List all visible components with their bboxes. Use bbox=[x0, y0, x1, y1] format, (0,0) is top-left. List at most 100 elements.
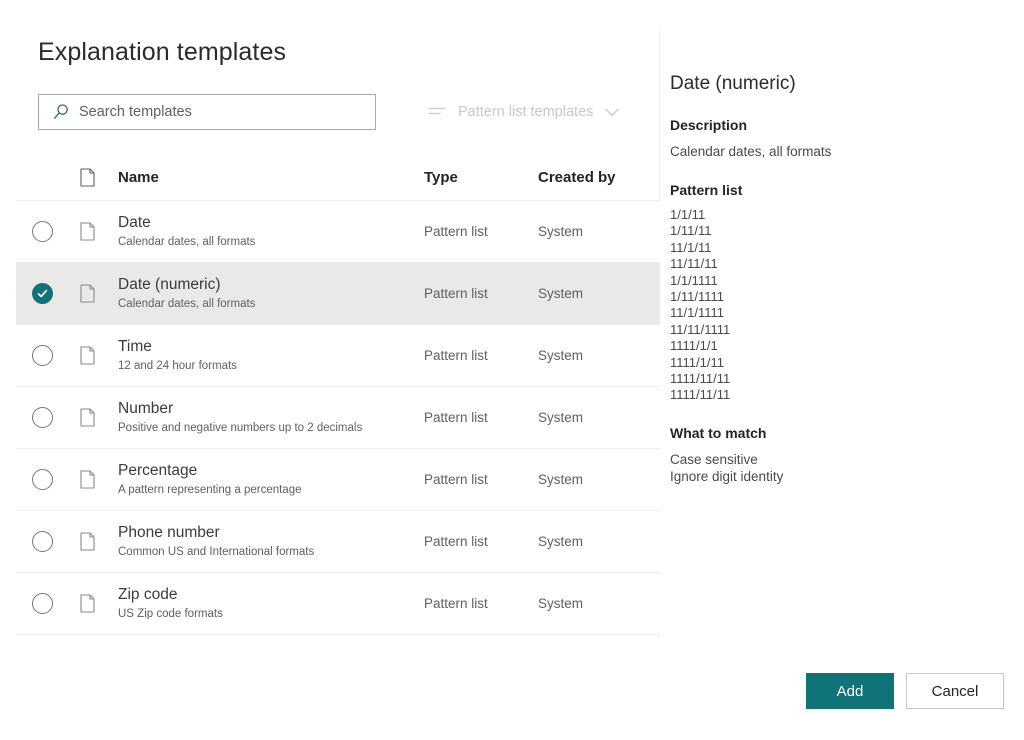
row-name-cell: Number Positive and negative numbers up t… bbox=[106, 399, 424, 436]
table-header-row: Name Type Created by bbox=[16, 155, 660, 201]
row-name: Number bbox=[118, 399, 424, 418]
table-row[interactable]: DateCalendar dates, all formatsPattern l… bbox=[16, 201, 660, 263]
row-name: Phone number bbox=[118, 523, 424, 542]
pattern-item: 1/11/1111 bbox=[670, 289, 1010, 305]
filter-dropdown[interactable]: Pattern list templates bbox=[428, 100, 619, 124]
search-input[interactable] bbox=[79, 104, 349, 120]
row-radio[interactable] bbox=[16, 531, 68, 552]
pattern-item: 11/11/1111 bbox=[670, 322, 1010, 338]
pattern-item: 1/1/1111 bbox=[670, 273, 1010, 289]
document-icon bbox=[80, 222, 95, 241]
row-created-by: System bbox=[538, 596, 660, 611]
radio-unselected-icon[interactable] bbox=[32, 221, 53, 242]
row-radio[interactable] bbox=[16, 469, 68, 490]
row-name-cell: Time 12 and 24 hour formats bbox=[106, 337, 424, 374]
table-row[interactable]: Date (numeric) Calendar dates, all format… bbox=[16, 263, 660, 325]
match-option: Ignore digit identity bbox=[670, 468, 1010, 485]
table-row[interactable]: Time 12 and 24 hour formatsPattern listSy… bbox=[16, 325, 660, 387]
row-radio[interactable] bbox=[16, 221, 68, 242]
row-description: 12 and 24 hour formats bbox=[118, 358, 424, 374]
check-icon bbox=[36, 287, 49, 300]
row-type: Pattern list bbox=[424, 286, 538, 301]
cancel-button[interactable]: Cancel bbox=[906, 673, 1004, 709]
row-type: Pattern list bbox=[424, 596, 538, 611]
document-icon bbox=[80, 168, 95, 187]
page-title: Explanation templates bbox=[38, 38, 286, 67]
detail-description-text: Calendar dates, all formats bbox=[670, 143, 1010, 161]
row-radio[interactable] bbox=[16, 345, 68, 366]
row-document-icon bbox=[68, 408, 106, 427]
row-created-by: System bbox=[538, 286, 660, 301]
pattern-item: 1111/11/11 bbox=[670, 371, 1010, 387]
filter-lines-icon bbox=[428, 105, 446, 119]
header-name[interactable]: Name bbox=[106, 169, 424, 186]
detail-title: Date (numeric) bbox=[670, 72, 1010, 96]
add-button[interactable]: Add bbox=[806, 673, 894, 709]
row-name-cell: PercentageA pattern representing a perce… bbox=[106, 461, 424, 498]
match-options-list: Case sensitiveIgnore digit identity bbox=[670, 451, 1010, 485]
row-name: Percentage bbox=[118, 461, 424, 480]
document-icon bbox=[80, 408, 95, 427]
pattern-item: 1111/1/1 bbox=[670, 338, 1010, 354]
row-document-icon bbox=[68, 594, 106, 613]
row-name: Time bbox=[118, 337, 424, 356]
radio-unselected-icon[interactable] bbox=[32, 345, 53, 366]
radio-unselected-icon[interactable] bbox=[32, 469, 53, 490]
radio-unselected-icon[interactable] bbox=[32, 593, 53, 614]
radio-unselected-icon[interactable] bbox=[32, 531, 53, 552]
row-document-icon bbox=[68, 222, 106, 241]
row-name: Date (numeric) bbox=[118, 275, 424, 294]
pattern-item: 1111/1/11 bbox=[670, 355, 1010, 371]
row-description: Positive and negative numbers up to 2 de… bbox=[118, 420, 424, 436]
table-row[interactable]: Number Positive and negative numbers up t… bbox=[16, 387, 660, 449]
templates-table: Name Type Created by Date Calendar dates,… bbox=[16, 155, 660, 635]
pattern-item: 11/11/11 bbox=[670, 256, 1010, 272]
row-name: Date bbox=[118, 213, 424, 232]
pattern-item: 1/1/11 bbox=[670, 207, 1010, 223]
row-type: Pattern list bbox=[424, 472, 538, 487]
row-document-icon bbox=[68, 284, 106, 303]
radio-unselected-icon[interactable] bbox=[32, 407, 53, 428]
detail-match-heading: What to match bbox=[670, 424, 1010, 442]
pattern-item: 11/1/11 bbox=[670, 240, 1010, 256]
radio-selected-icon[interactable] bbox=[32, 283, 53, 304]
table-row[interactable]: Phone numberCommon US and International … bbox=[16, 511, 660, 573]
footer-actions: Add Cancel bbox=[0, 673, 1024, 709]
header-type[interactable]: Type bbox=[424, 169, 538, 186]
detail-description-heading: Description bbox=[670, 116, 1010, 134]
search-icon bbox=[52, 103, 70, 121]
row-created-by: System bbox=[538, 534, 660, 549]
row-created-by: System bbox=[538, 410, 660, 425]
header-document-icon bbox=[68, 168, 106, 187]
row-description: Calendar dates, all formats bbox=[118, 234, 424, 250]
row-radio[interactable] bbox=[16, 593, 68, 614]
row-type: Pattern list bbox=[424, 348, 538, 363]
pattern-item: 1111/11/11 bbox=[670, 387, 1010, 403]
row-radio[interactable] bbox=[16, 407, 68, 428]
row-name-cell: Date (numeric) Calendar dates, all format… bbox=[106, 275, 424, 312]
toolbar: Pattern list templates bbox=[38, 94, 660, 132]
row-document-icon bbox=[68, 470, 106, 489]
document-icon bbox=[80, 532, 95, 551]
pattern-list: 1/1/111/11/1111/1/1111/11/111/1/11111/11… bbox=[670, 207, 1010, 404]
document-icon bbox=[80, 346, 95, 365]
row-document-icon bbox=[68, 346, 106, 365]
table-row[interactable]: PercentageA pattern representing a perce… bbox=[16, 449, 660, 511]
row-description: Calendar dates, all formats bbox=[118, 296, 424, 312]
search-box[interactable] bbox=[38, 94, 376, 130]
row-name-cell: Date Calendar dates, all formats bbox=[106, 213, 424, 250]
row-created-by: System bbox=[538, 224, 660, 239]
row-radio[interactable] bbox=[16, 283, 68, 304]
row-name-cell: Phone numberCommon US and International … bbox=[106, 523, 424, 560]
chevron-down-icon[interactable] bbox=[605, 108, 619, 117]
row-type: Pattern list bbox=[424, 410, 538, 425]
pattern-item: 1/11/11 bbox=[670, 223, 1010, 239]
row-name-cell: Zip codeUS Zip code formats bbox=[106, 585, 424, 622]
document-icon bbox=[80, 470, 95, 489]
table-row[interactable]: Zip codeUS Zip code formatsPattern listS… bbox=[16, 573, 660, 635]
detail-panel: Date (numeric) Description Calendar date… bbox=[670, 72, 1010, 485]
row-name: Zip code bbox=[118, 585, 424, 604]
header-created-by[interactable]: Created by bbox=[538, 169, 660, 186]
row-created-by: System bbox=[538, 348, 660, 363]
match-option: Case sensitive bbox=[670, 451, 1010, 468]
